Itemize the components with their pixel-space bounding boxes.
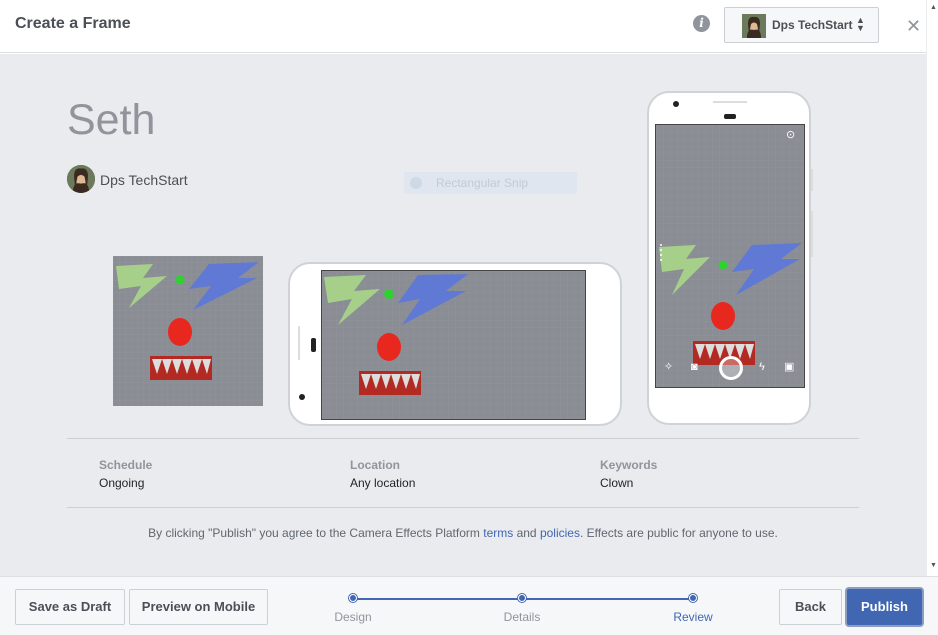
schedule-value: Ongoing <box>99 476 145 490</box>
phone-side-button <box>811 211 813 257</box>
magic-wand-icon: ✧ <box>664 361 674 373</box>
chevron-right-icon: ⊙ <box>786 129 796 141</box>
phone-speaker <box>724 114 736 119</box>
review-panel: Seth Dps TechStart Rectangular Snip ⊙ ✧ … <box>0 54 926 576</box>
location-value: Any location <box>350 476 416 490</box>
legal-prefix: By clicking "Publish" you agree to the C… <box>148 526 484 540</box>
preview-mobile-button[interactable]: Preview on Mobile <box>129 589 268 625</box>
effect-name: Seth <box>67 96 156 144</box>
dialog-title: Create a Frame <box>15 15 131 32</box>
effect-artwork <box>656 125 804 387</box>
schedule-info: Schedule Ongoing <box>99 458 152 490</box>
legal-suffix: . Effects are public for anyone to use. <box>579 526 778 540</box>
scrollbar[interactable]: ▲ ▼ <box>926 0 938 576</box>
phone-speaker <box>311 338 316 352</box>
sort-caret-icon: ▲ ▼ <box>856 15 865 33</box>
creator-avatar <box>67 165 95 193</box>
avatar <box>742 14 766 38</box>
shutter-button <box>719 356 743 380</box>
phone-camera <box>299 394 305 400</box>
portrait-phone-screen: ⊙ ✧ ◙ ϟ ▣ <box>655 124 805 388</box>
step-dot-review[interactable] <box>689 594 697 602</box>
scroll-up-icon[interactable]: ▲ <box>930 4 937 11</box>
creator-name: Dps TechStart <box>100 172 188 188</box>
step-label-design[interactable]: Design <box>334 610 371 624</box>
scroll-down-icon[interactable]: ▼ <box>930 562 937 569</box>
landscape-phone-screen <box>321 270 586 420</box>
flash-icon: ϟ <box>759 361 765 373</box>
camera-icon: ◙ <box>691 361 698 373</box>
effect-preview-square <box>113 256 263 406</box>
step-dot-design[interactable] <box>349 594 357 602</box>
dialog-footer: Save as Draft Preview on Mobile Design D… <box>0 576 938 635</box>
location-label: Location <box>350 458 400 472</box>
phone-camera <box>673 101 679 107</box>
effect-artwork <box>113 256 263 406</box>
phone-side-line <box>298 326 300 360</box>
rectangular-snip-overlay: Rectangular Snip <box>404 172 577 194</box>
terms-link[interactable]: terms <box>483 526 513 540</box>
step-label-review[interactable]: Review <box>673 610 712 624</box>
step-label-details[interactable]: Details <box>504 610 541 624</box>
divider <box>67 507 859 508</box>
close-icon[interactable]: ✕ <box>906 17 921 35</box>
gallery-icon: ▣ <box>784 361 795 373</box>
phone-top-line <box>713 101 747 103</box>
phone-side-button <box>811 169 813 191</box>
effect-artwork <box>322 271 585 419</box>
dialog-header: Create a Frame i Dps TechStart ▲ ▼ ✕ <box>0 0 926 53</box>
portrait-phone-preview: ⊙ ✧ ◙ ϟ ▣ <box>647 91 813 425</box>
keywords-value: Clown <box>600 476 634 490</box>
landscape-phone-preview <box>288 262 622 426</box>
schedule-label: Schedule <box>99 458 153 472</box>
publish-button[interactable]: Publish <box>847 589 922 625</box>
snip-icon <box>410 177 422 189</box>
step-dot-details[interactable] <box>518 594 526 602</box>
snip-label: Rectangular Snip <box>436 176 529 190</box>
back-button[interactable]: Back <box>779 589 842 625</box>
save-draft-button[interactable]: Save as Draft <box>15 589 125 625</box>
account-selector-button[interactable]: Dps TechStart ▲ ▼ <box>724 7 879 43</box>
divider <box>67 438 859 439</box>
info-icon[interactable]: i <box>693 15 710 32</box>
keywords-label: Keywords <box>600 458 658 472</box>
policies-link[interactable]: policies <box>540 526 580 540</box>
location-info: Location Any location <box>350 458 415 490</box>
account-name: Dps TechStart <box>772 18 853 32</box>
legal-notice: By clicking "Publish" you agree to the C… <box>0 526 926 540</box>
legal-and: and <box>513 526 540 540</box>
keywords-info: Keywords Clown <box>600 458 657 490</box>
